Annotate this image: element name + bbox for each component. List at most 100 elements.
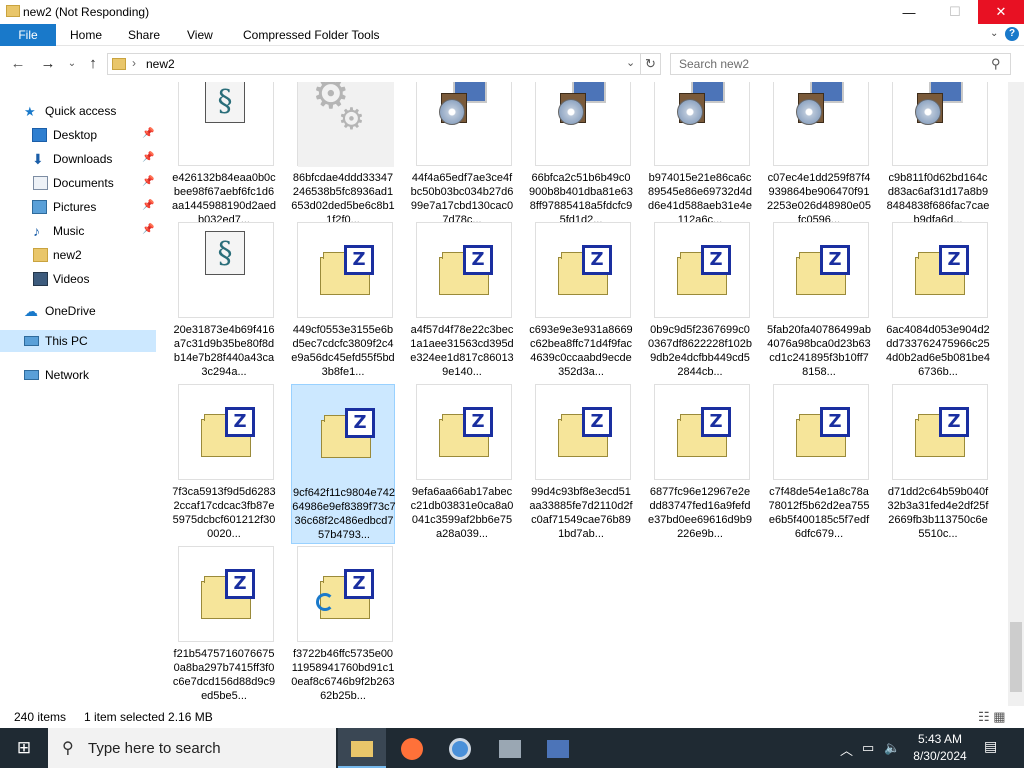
file-tile[interactable]: Z 7f3ca5913f9d5d62832ccaf17cdcac3fb87e597… bbox=[172, 384, 276, 544]
vertical-scrollbar[interactable] bbox=[1008, 82, 1024, 706]
zip-icon: Z bbox=[416, 384, 512, 480]
view-toggle-icons[interactable]: ☷ ▦ bbox=[978, 709, 1006, 725]
file-tile[interactable]: § e426132b84eaa0b0cbee98f67aebf6fc1d6aa14… bbox=[172, 82, 276, 230]
file-tile[interactable]: Z 5fab20fa40786499ab4076a98bca0d23b63cd1c… bbox=[767, 222, 871, 382]
file-tile[interactable]: Zf3722b46ffc5735e0011958941760bd91c10eaf… bbox=[291, 546, 395, 704]
sidebar-item-pictures[interactable]: Pictures 📌 bbox=[0, 196, 156, 218]
tab-compressed-folder-tools[interactable]: Compressed Folder Tools bbox=[237, 24, 386, 46]
refresh-icon[interactable]: ↻ bbox=[641, 53, 661, 75]
pin-icon: 📌 bbox=[142, 176, 155, 187]
chevron-down-icon[interactable]: ⌄ bbox=[626, 56, 635, 69]
sidebar-item-onedrive[interactable]: ☁ OneDrive bbox=[0, 300, 156, 322]
network-tray-icon[interactable]: ▭ bbox=[862, 740, 874, 756]
notification-icon[interactable]: ▤ bbox=[984, 738, 997, 755]
tab-home[interactable]: Home bbox=[64, 24, 108, 46]
taskbar-search-input[interactable]: ⚲ Type here to search bbox=[48, 728, 336, 768]
date: 8/30/2024 bbox=[913, 749, 967, 763]
file-tile[interactable]: 66bfca2c51b6b49c0900b8b401dba81e638ff978… bbox=[529, 82, 633, 230]
time: 5:43 AM bbox=[917, 732, 963, 746]
sidebar-item-desktop[interactable]: Desktop 📌 bbox=[0, 124, 156, 146]
script-icon: § bbox=[178, 222, 274, 318]
sidebar-item-this-pc[interactable]: This PC bbox=[0, 330, 156, 352]
file-tile[interactable]: Z 99d4c93bf8e3ecd51aa33885fe7d2110d2fc0af… bbox=[529, 384, 633, 544]
recent-locations-icon[interactable]: ⌄ bbox=[62, 54, 82, 74]
ribbon-expand-icon[interactable]: ⌄ bbox=[990, 28, 998, 39]
sidebar-item-network[interactable]: Network bbox=[0, 364, 156, 386]
file-name: d71dd2c64b59b040f32b3a31fed4e2df25f2669f… bbox=[887, 486, 989, 540]
file-name: 449cf0553e3155e6bd5ec7cdcfc3809f2c4e9a56… bbox=[291, 324, 395, 378]
file-explorer-icon[interactable] bbox=[338, 728, 386, 768]
close-button[interactable]: ✕ bbox=[978, 0, 1024, 24]
sidebar-item-quick-access[interactable]: ★ Quick access bbox=[0, 100, 156, 122]
file-name: 20e31873e4b69f416a7c31d9b35be80f8db14e7b… bbox=[173, 324, 275, 378]
file-name: c9b811f0d62bd164cd83ac6af31d17a8b9848483… bbox=[886, 172, 990, 226]
computer-icon bbox=[24, 336, 39, 346]
file-tile[interactable]: c9b811f0d62bd164cd83ac6af31d17a8b9848483… bbox=[886, 82, 990, 230]
file-name: 66bfca2c51b6b49c0900b8b401dba81e638ff978… bbox=[529, 172, 633, 226]
file-name: 6ac4084d053e904d2dd733762475966c254d0b2a… bbox=[886, 324, 990, 378]
file-tile[interactable]: 44f4a65edf7ae3ce4fbc50b03bc034b27d699e7a… bbox=[410, 82, 514, 230]
videos-icon bbox=[33, 272, 48, 286]
file-tile[interactable]: Z 9efa6aa66ab17abecc21db03831e0ca8a0041c3… bbox=[410, 384, 514, 544]
search-placeholder: Search new2 bbox=[679, 57, 750, 71]
file-tile[interactable]: b974015e21e86ca6c89545e86e69732d4dd6e41d… bbox=[648, 82, 752, 230]
sidebar-item-videos[interactable]: Videos bbox=[0, 268, 156, 290]
file-tile[interactable]: Zc7f48de54e1a8c78a78012f5b62d2ea755e6b5f… bbox=[767, 384, 871, 544]
pin-icon: 📌 bbox=[142, 128, 155, 139]
address-bar[interactable]: › new2 ⌄ bbox=[107, 53, 641, 75]
file-tile[interactable]: Za4f57d4f78e22c3bec1a1aee31563cd395de324… bbox=[410, 222, 514, 382]
file-name: b974015e21e86ca6c89545e86e69732d4dd6e41d… bbox=[648, 172, 752, 226]
file-tile[interactable]: c07ec4e1dd259f87f4939864be906470f912253e… bbox=[767, 82, 871, 230]
sidebar-item-downloads[interactable]: ⬇ Downloads 📌 bbox=[0, 148, 156, 170]
sidebar-item-new2[interactable]: new2 bbox=[0, 244, 156, 266]
app-icon[interactable] bbox=[486, 728, 534, 768]
setup-app-icon[interactable] bbox=[534, 728, 582, 768]
file-tile[interactable]: Z 6ac4084d053e904d2dd733762475966c254d0b2… bbox=[886, 222, 990, 382]
breadcrumb[interactable]: new2 bbox=[146, 57, 175, 71]
windows-start-icon[interactable]: ⊞ bbox=[0, 728, 48, 768]
file-tile[interactable]: Z 6877fc96e12967e2edd83747fed16a9fefde37b… bbox=[648, 384, 752, 544]
up-arrow-icon[interactable]: ↑ bbox=[83, 54, 103, 74]
search-input[interactable]: Search new2 ⚲ bbox=[670, 53, 1011, 75]
tab-file[interactable]: File bbox=[0, 24, 56, 46]
clock[interactable]: 5:43 AM 8/30/2024 bbox=[900, 731, 980, 765]
sidebar-item-label: Documents bbox=[53, 176, 114, 190]
sidebar-item-music[interactable]: ♪ Music 📌 bbox=[0, 220, 156, 242]
volume-mute-icon[interactable]: 🔈 bbox=[884, 740, 900, 756]
back-arrow-icon[interactable]: ← bbox=[8, 54, 28, 74]
chevron-up-icon[interactable]: ︿ bbox=[840, 740, 853, 759]
tab-share[interactable]: Share bbox=[122, 24, 166, 46]
chrome-icon[interactable] bbox=[436, 728, 484, 768]
folder-icon bbox=[112, 58, 126, 70]
minimize-button[interactable]: — bbox=[886, 0, 932, 24]
taskbar: ⊞ ⚲ Type here to search ︿ ▭ 🔈 5:43 AM 8/… bbox=[0, 728, 1024, 768]
firefox-icon[interactable] bbox=[388, 728, 436, 768]
file-tile[interactable]: Z 0b9c9d5f2367699c00367df8622228f102b9db2… bbox=[648, 222, 752, 382]
forward-arrow-icon[interactable]: → bbox=[38, 54, 58, 74]
file-tile[interactable]: Zc693e9e3e931a8669c62bea8ffc71d4f9fac463… bbox=[529, 222, 633, 382]
window-title: new2 (Not Responding) bbox=[23, 5, 150, 19]
sidebar-item-label: new2 bbox=[53, 248, 82, 262]
file-tile[interactable]: Zd71dd2c64b59b040f32b3a31fed4e2df25f2669… bbox=[886, 384, 990, 544]
tab-view[interactable]: View bbox=[181, 24, 219, 46]
file-name: c693e9e3e931a8669c62bea8ffc71d4f9fac4639… bbox=[529, 324, 633, 378]
zip-icon: Z bbox=[654, 222, 750, 318]
file-tile[interactable]: § 20e31873e4b69f416a7c31d9b35be80f8db14e7… bbox=[172, 222, 276, 382]
help-icon[interactable]: ? bbox=[1005, 27, 1019, 41]
sidebar-item-documents[interactable]: Documents 📌 bbox=[0, 172, 156, 194]
star-icon: ★ bbox=[24, 104, 36, 119]
file-tile[interactable]: ⚙ ⚙ 86bfcdae4ddd33347246538b5fc8936ad1653d… bbox=[291, 82, 395, 230]
file-tile[interactable]: Z 449cf0553e3155e6bd5ec7cdcfc3809f2c4e9a5… bbox=[291, 222, 395, 382]
file-tile[interactable]: Zf21b54757160766750a8ba297b7415ff3f0c6e7… bbox=[172, 546, 276, 704]
zip-icon: Z bbox=[654, 384, 750, 480]
file-tile[interactable]: Z 9cf642f11c9804e74264986e9ef8389f73c736c… bbox=[291, 384, 396, 544]
folder-icon bbox=[6, 5, 20, 17]
scrollbar-thumb[interactable] bbox=[1010, 622, 1022, 692]
zip-icon: Z bbox=[535, 384, 631, 480]
sidebar-item-label: OneDrive bbox=[45, 304, 96, 318]
folder-icon bbox=[33, 248, 48, 262]
file-name: e426132b84eaa0b0cbee98f67aebf6fc1d6aa144… bbox=[172, 172, 276, 226]
maximize-button[interactable]: ☐ bbox=[932, 0, 978, 24]
selection-info: 1 item selected 2.16 MB bbox=[84, 710, 213, 724]
zip-icon: Z bbox=[773, 384, 869, 480]
